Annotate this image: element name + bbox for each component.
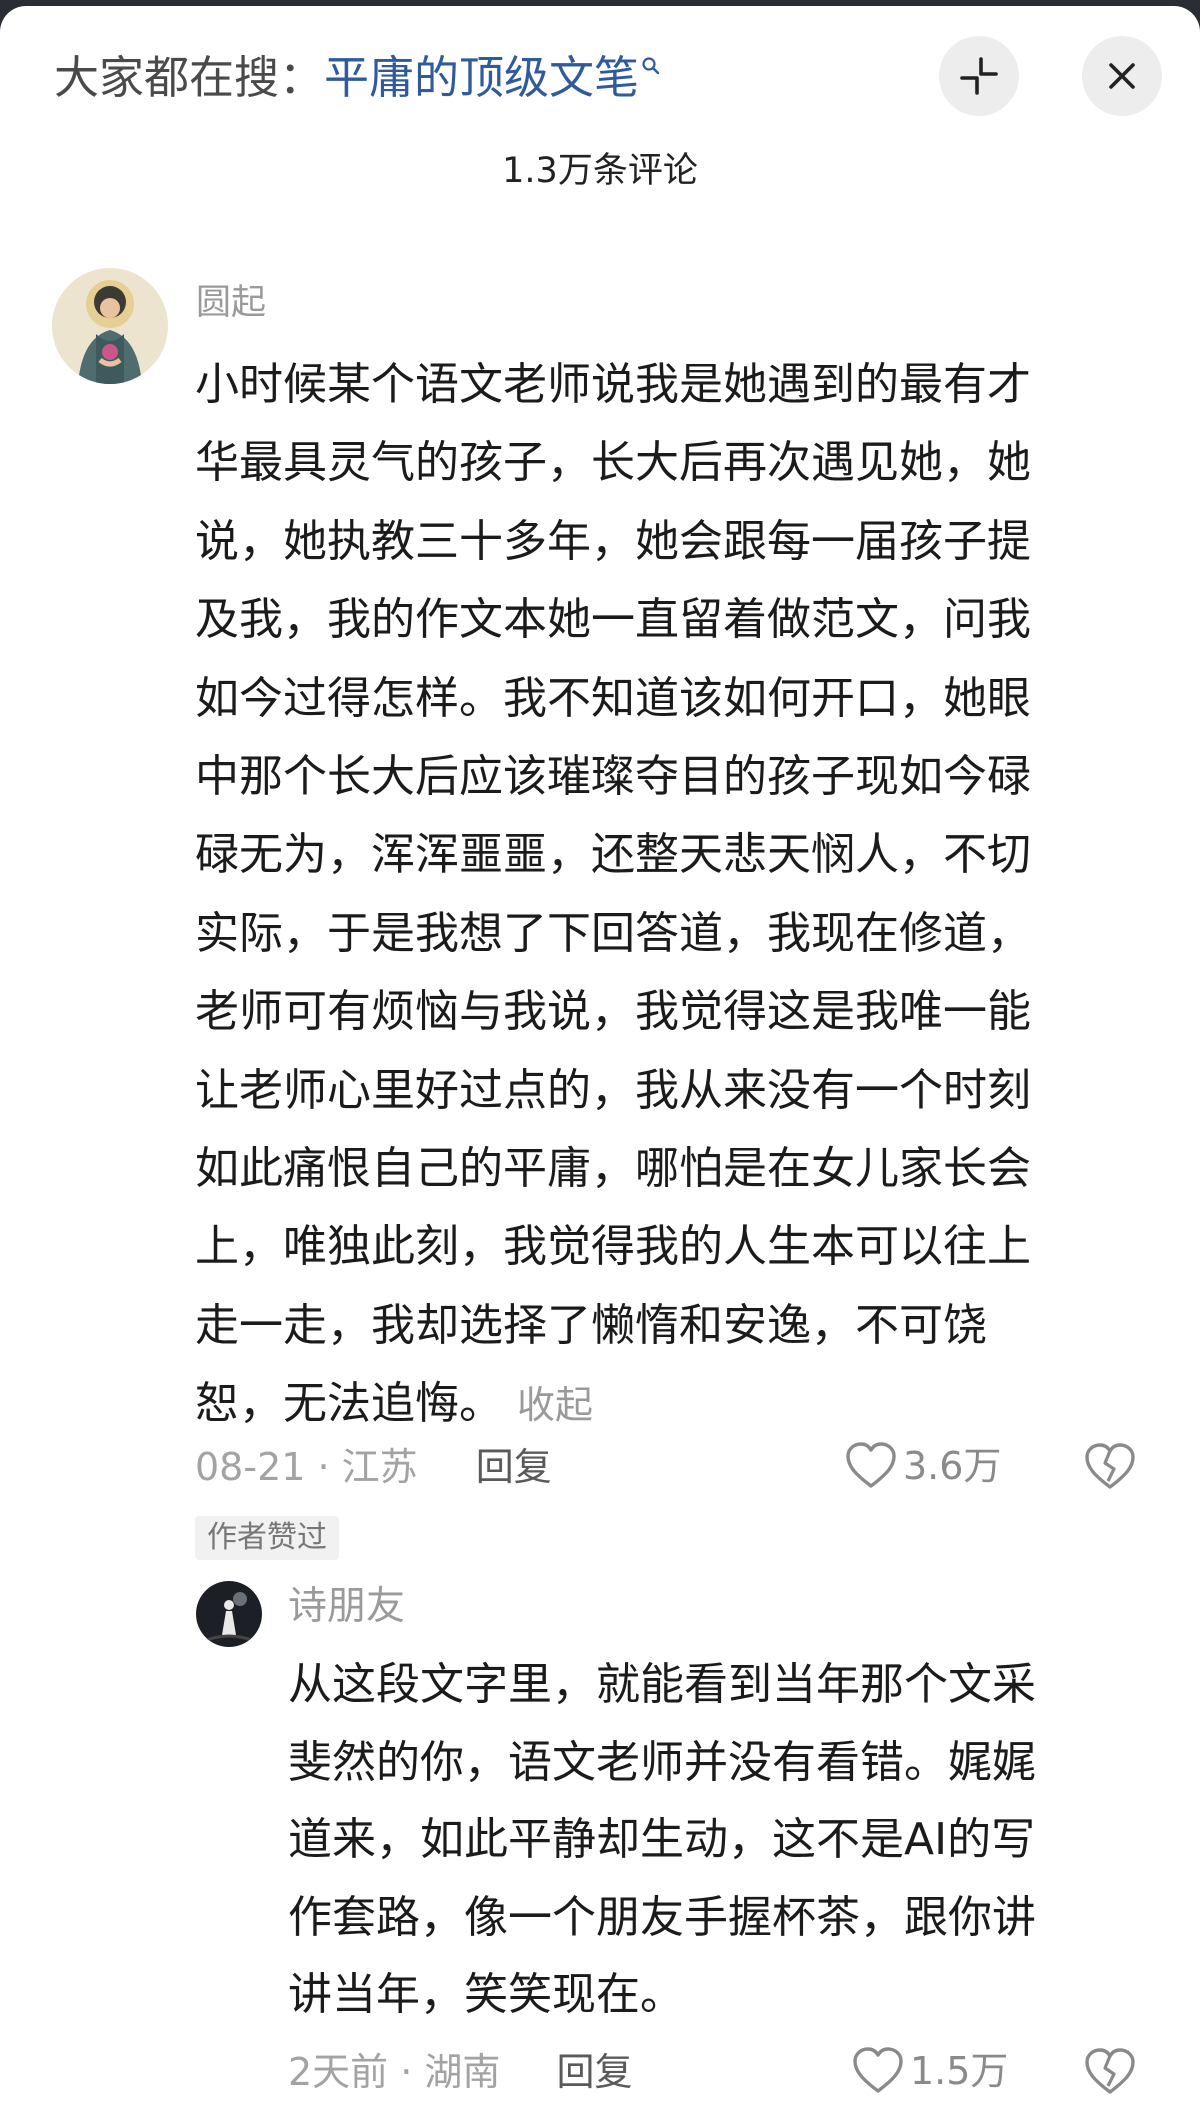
comment-line: 小时候某个语文老师说我是她遇到的最有才 [195,359,1031,410]
comments-sheet: 大家都在搜：平庸的顶级文笔 1.3万条评论 圆起 小时候某个语文老师说我是她遇到… [0,6,1200,2126]
heart-icon [846,1442,896,1488]
broken-heart-icon[interactable] [1084,1443,1136,1491]
comment-line: 走一走，我却选择了懒惰和安逸，不可饶 [195,1299,987,1351]
like-button[interactable]: 1.5万 [852,2045,1008,2097]
broken-heart-icon[interactable] [1084,2048,1136,2096]
comment-line: 碌无为，浑浑噩噩，还整天悲天悯人，不切 [195,829,1031,881]
comment-line: 从这段文字里，就能看到当年那个文采 [288,1659,1036,1710]
comment-item: 圆起 小时候某个语文老师说我是她遇到的最有才 华最具灵气的孩子，长大后再次遇见她… [0,6,1200,1560]
comment-line: 讲当年，笑笑现在。 [288,1969,684,2020]
comment-time-location: 08-21 · 江苏 [195,1445,418,1489]
author-liked-badge: 作者赞过 [195,1516,339,1560]
like-button[interactable]: 3.6万 [845,1440,1001,1492]
comment-username[interactable]: 圆起 [196,278,266,328]
comment-line: 及我，我的作文本她一直留着做范文，问我 [195,594,1031,646]
comment-line: 如今过得怎样。我不知道该如何开口，她眼 [195,672,1031,724]
avatar-image [196,1581,262,1647]
comment-meta: 08-21 · 江苏 回复 [195,1441,552,1493]
like-count: 3.6万 [903,1444,1002,1488]
comment-line: 作套路，像一个朋友手握杯茶，跟你讲 [288,1891,1036,1943]
comment-username[interactable]: 诗朋友 [288,1580,405,1634]
comment-text: 小时候某个语文老师说我是她遇到的最有才 华最具灵气的孩子，长大后再次遇见她，她 … [195,346,1115,1445]
avatar[interactable] [52,268,168,384]
comment-line: 上，唯独此刻，我觉得我的人生本可以往上 [195,1221,1031,1273]
comment-line: 华最具灵气的孩子，长大后再次遇见她，她 [195,437,1031,489]
like-count: 1.5万 [910,2049,1009,2093]
comment-line: 道来，如此平静却生动，这不是AI的写 [288,1814,1036,1865]
reply-button[interactable]: 回复 [476,1445,552,1489]
comment-text: 从这段文字里，就能看到当年那个文采 斐然的你，语文老师并没有看错。娓娓 道来，如… [288,1646,1148,2034]
comment-line: 让老师心里好过点的，我从来没有一个时刻 [195,1064,1031,1116]
comment-time-location: 2天前 · 湖南 [288,2050,501,2094]
comment-line: 如此痛恨自己的平庸，哪怕是在女儿家长会 [195,1143,1031,1195]
comment-meta: 2天前 · 湖南 回复 [288,2046,633,2098]
comment-line: 老师可有烦恼与我说，我觉得这是我唯一能 [195,986,1031,1038]
avatar-image [52,268,168,384]
comment-line-last: 恕，无法追悔。 收起 [195,1365,1115,1444]
comment-line: 实际，于是我想了下回答道，我现在修道， [195,907,1031,959]
avatar[interactable] [196,1581,262,1647]
comment-line: 说，她执教三十多年，她会跟每一届孩子提 [195,515,1031,567]
collapse-text-link[interactable]: 收起 [517,1383,593,1427]
comment-line-text: 恕，无法追悔。 [195,1378,503,1430]
heart-icon [853,2047,903,2093]
comment-line: 中那个长大后应该璀璨夺目的孩子现如今碌 [195,751,1031,803]
comment-line: 斐然的你，语文老师并没有看错。娓娓 [288,1736,1036,1788]
reply-comment-item: 诗朋友 从这段文字里，就能看到当年那个文采 斐然的你，语文老师并没有看错。娓娓 … [0,1566,1200,2126]
reply-button[interactable]: 回复 [557,2050,633,2094]
